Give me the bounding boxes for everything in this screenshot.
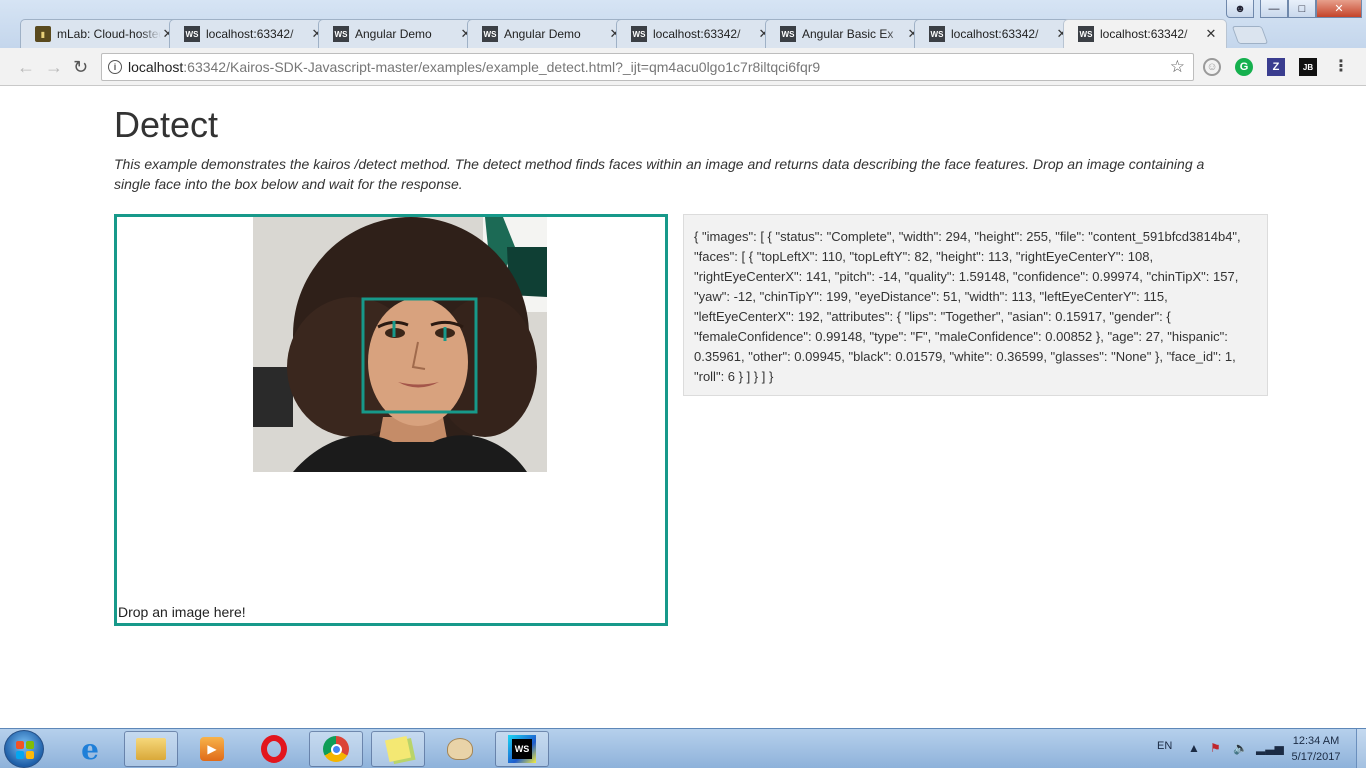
grammarly-icon[interactable]: G xyxy=(1235,58,1253,76)
url-path: :63342/Kairos-SDK-Javascript-master/exam… xyxy=(183,59,821,75)
tab-title: mLab: Cloud-hosted MongoDB xyxy=(57,27,161,41)
file-explorer-icon[interactable] xyxy=(124,731,178,767)
uploaded-face-photo xyxy=(253,217,547,472)
internet-explorer-icon[interactable]: e xyxy=(63,731,117,767)
opera-icon[interactable] xyxy=(247,731,301,767)
tab-mlab[interactable]: ▮ mLab: Cloud-hosted MongoDB ✕ xyxy=(20,19,184,48)
tab-title: Angular Demo xyxy=(355,27,432,41)
media-player-icon[interactable]: ▶ xyxy=(185,731,239,767)
tab-localhost-3[interactable]: WS localhost:63342/ ✕ xyxy=(914,19,1078,48)
clock-time: 12:34 AM xyxy=(1292,735,1340,747)
tab-title: Angular Demo xyxy=(504,27,581,41)
drop-image-label: Drop an image here! xyxy=(118,604,246,620)
tab-title: localhost:63342/ xyxy=(653,27,741,41)
sticky-notes-icon[interactable] xyxy=(371,731,425,767)
action-center-flag-icon[interactable]: ⚑ xyxy=(1210,741,1221,755)
image-dropzone[interactable]: Drop an image here! xyxy=(114,214,668,626)
profile-icon[interactable]: ☻ xyxy=(1226,0,1254,18)
paint-icon[interactable] xyxy=(433,731,487,767)
show-desktop-button[interactable] xyxy=(1356,729,1366,768)
ws-favicon: WS xyxy=(333,26,349,42)
tab-title: localhost:63342/ xyxy=(1100,27,1188,41)
ws-favicon: WS xyxy=(184,26,200,42)
info-icon[interactable]: i xyxy=(108,60,122,74)
ws-favicon: WS xyxy=(780,26,796,42)
page-content: Detect This example demonstrates the kai… xyxy=(0,86,1366,728)
reload-icon[interactable]: ↻ xyxy=(73,57,88,78)
bookmark-star-icon[interactable]: ☆ xyxy=(1170,57,1185,77)
tab-title: Angular Basic Ex xyxy=(802,27,894,41)
extension-circle-icon[interactable]: ☺ xyxy=(1203,58,1221,76)
chrome-icon[interactable] xyxy=(309,731,363,767)
mlab-favicon: ▮ xyxy=(35,26,51,42)
tab-angular-demo-1[interactable]: WS Angular Demo ✕ xyxy=(318,19,482,48)
maximize-button[interactable]: □ xyxy=(1288,0,1316,18)
ws-favicon: WS xyxy=(631,26,647,42)
window-controls: ☻ — □ ✕ xyxy=(1226,0,1362,18)
back-arrow-icon[interactable]: ← xyxy=(17,57,35,78)
windows-logo-icon xyxy=(16,741,34,759)
zotero-icon[interactable]: Z xyxy=(1267,58,1285,76)
windows-taskbar: e ▶ WS EN ▲ ⚑ 🔈 ▂▃▅ 12:34 AM 5/17/2017 xyxy=(0,728,1366,768)
webstorm-icon[interactable]: WS xyxy=(495,731,549,767)
detect-response-output: { "images": [ { "status": "Complete", "w… xyxy=(683,214,1268,396)
page-title: Detect xyxy=(114,104,219,145)
system-clock[interactable]: 12:34 AM 5/17/2017 xyxy=(1286,733,1346,765)
show-hidden-icons-icon[interactable]: ▲ xyxy=(1188,741,1200,755)
tab-angular-demo-2[interactable]: WS Angular Demo ✕ xyxy=(467,19,631,48)
input-language-indicator[interactable]: EN xyxy=(1157,740,1172,752)
tab-title: localhost:63342/ xyxy=(951,27,1039,41)
tab-localhost-active[interactable]: WS localhost:63342/ ✕ xyxy=(1063,19,1227,48)
browser-titlebar: ☻ — □ ✕ ▮ mLab: Cloud-hosted MongoDB ✕ W… xyxy=(0,0,1366,48)
page-description: This example demonstrates the kairos /de… xyxy=(114,156,1205,192)
network-signal-icon[interactable]: ▂▃▅ xyxy=(1256,741,1284,755)
jetbrains-icon[interactable]: JB xyxy=(1299,58,1317,76)
clock-date: 5/17/2017 xyxy=(1291,751,1341,763)
url-host: localhost xyxy=(128,59,184,75)
address-bar[interactable]: i localhost:63342/Kairos-SDK-Javascript-… xyxy=(101,53,1194,81)
forward-arrow-icon[interactable]: → xyxy=(45,57,63,78)
ws-favicon: WS xyxy=(929,26,945,42)
kebab-menu-icon[interactable]: ⋮ xyxy=(1333,56,1349,76)
new-tab-button[interactable] xyxy=(1231,26,1269,44)
tab-title: localhost:63342/ xyxy=(206,27,294,41)
close-window-button[interactable]: ✕ xyxy=(1316,0,1362,18)
minimize-button[interactable]: — xyxy=(1260,0,1288,18)
ws-favicon: WS xyxy=(482,26,498,42)
tab-localhost-1[interactable]: WS localhost:63342/ ✕ xyxy=(169,19,333,48)
volume-icon[interactable]: 🔈 xyxy=(1233,741,1248,755)
tab-localhost-2[interactable]: WS localhost:63342/ ✕ xyxy=(616,19,780,48)
browser-toolbar: ← → ↻ i localhost:63342/Kairos-SDK-Javas… xyxy=(0,48,1366,86)
face-photo-svg xyxy=(253,217,547,472)
tab-angular-basic[interactable]: WS Angular Basic Ex ✕ xyxy=(765,19,929,48)
start-button[interactable] xyxy=(4,730,44,768)
ws-favicon: WS xyxy=(1078,26,1094,42)
tab-close-icon[interactable]: ✕ xyxy=(1204,26,1218,42)
